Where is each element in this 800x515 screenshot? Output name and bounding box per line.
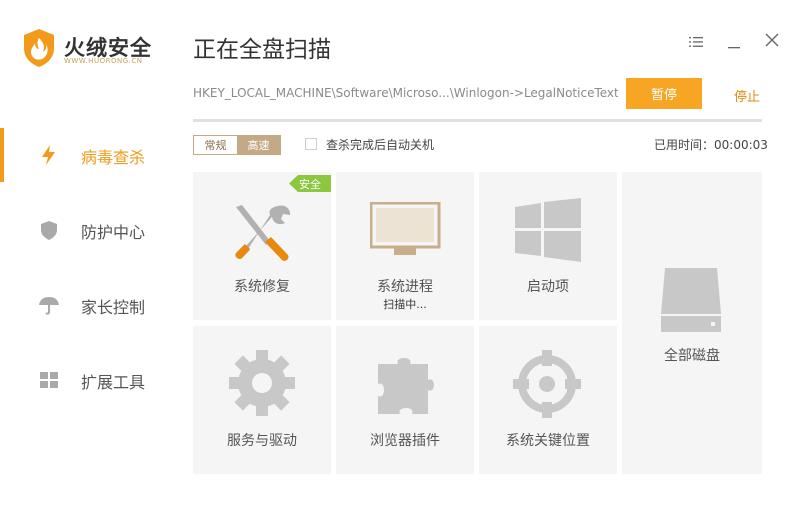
pause-button[interactable]: 暂停 bbox=[626, 78, 702, 109]
mode-fast-button[interactable]: 高速 bbox=[237, 136, 280, 154]
monitor-icon bbox=[369, 201, 442, 260]
tile-services-drivers[interactable]: 服务与驱动 bbox=[193, 326, 331, 474]
sidebar-item-virus-scan[interactable]: 病毒查杀 bbox=[0, 127, 180, 183]
elapsed-time: 已用时间：00:00:03 bbox=[654, 138, 768, 152]
tile-browser-plugins[interactable]: 浏览器插件 bbox=[336, 326, 474, 474]
stop-button[interactable]: 停止 bbox=[734, 86, 760, 105]
sidebar-item-parental-control[interactable]: 家长控制 bbox=[0, 277, 180, 333]
windows-logo-icon bbox=[515, 198, 581, 266]
close-icon[interactable] bbox=[760, 28, 784, 52]
tile-system-critical-locations[interactable]: 系统关键位置 bbox=[479, 326, 617, 474]
scan-progress-bar bbox=[193, 119, 762, 122]
gear-icon bbox=[229, 350, 295, 420]
tile-system-process[interactable]: 系统进程 扫描中... bbox=[336, 172, 474, 320]
sidebar-item-label: 家长控制 bbox=[81, 298, 146, 317]
scan-path: HKEY_LOCAL_MACHINE\Software\Microso...\W… bbox=[193, 86, 618, 100]
sidebar-item-label: 病毒查杀 bbox=[81, 148, 146, 167]
wrench-screwdriver-icon bbox=[228, 203, 294, 269]
auto-shutdown-label: 查杀完成后自动关机 bbox=[326, 138, 435, 152]
tile-label: 系统修复 bbox=[234, 279, 290, 295]
hard-disk-icon bbox=[661, 268, 721, 338]
tile-label: 启动项 bbox=[527, 279, 569, 295]
sidebar-item-extensions[interactable]: 扩展工具 bbox=[0, 352, 180, 408]
tile-label: 全部磁盘 bbox=[664, 348, 720, 364]
tile-system-repair[interactable]: 系统修复 bbox=[193, 172, 331, 320]
menu-icon[interactable] bbox=[684, 30, 708, 54]
tile-label: 系统关键位置 bbox=[506, 433, 590, 449]
page-title: 正在全盘扫描 bbox=[193, 37, 331, 63]
shield-icon bbox=[38, 219, 60, 241]
auto-shutdown-checkbox[interactable] bbox=[305, 138, 317, 150]
minimize-icon[interactable] bbox=[722, 30, 746, 54]
umbrella-icon bbox=[38, 294, 60, 316]
mode-normal-button[interactable]: 常规 bbox=[194, 136, 237, 154]
sidebar-item-protection[interactable]: 防护中心 bbox=[0, 202, 180, 258]
tile-label: 系统进程 bbox=[377, 279, 433, 295]
tile-all-disks[interactable]: 全部磁盘 bbox=[622, 172, 762, 474]
brand-url: WWW.HUORONG.CN bbox=[64, 57, 143, 65]
lightning-icon bbox=[38, 144, 60, 166]
sidebar-item-label: 扩展工具 bbox=[81, 373, 146, 392]
scan-mode-toggle: 常规 高速 bbox=[193, 135, 281, 155]
tile-label: 服务与驱动 bbox=[227, 433, 297, 449]
tile-label: 浏览器插件 bbox=[370, 433, 440, 449]
grid-icon bbox=[38, 369, 60, 391]
puzzle-icon bbox=[376, 354, 436, 420]
crosshair-icon bbox=[513, 350, 581, 422]
tile-startup-items[interactable]: 启动项 bbox=[479, 172, 617, 320]
sidebar-item-label: 防护中心 bbox=[81, 223, 146, 242]
tile-status: 扫描中... bbox=[383, 298, 427, 311]
huorong-logo-icon bbox=[22, 28, 56, 68]
